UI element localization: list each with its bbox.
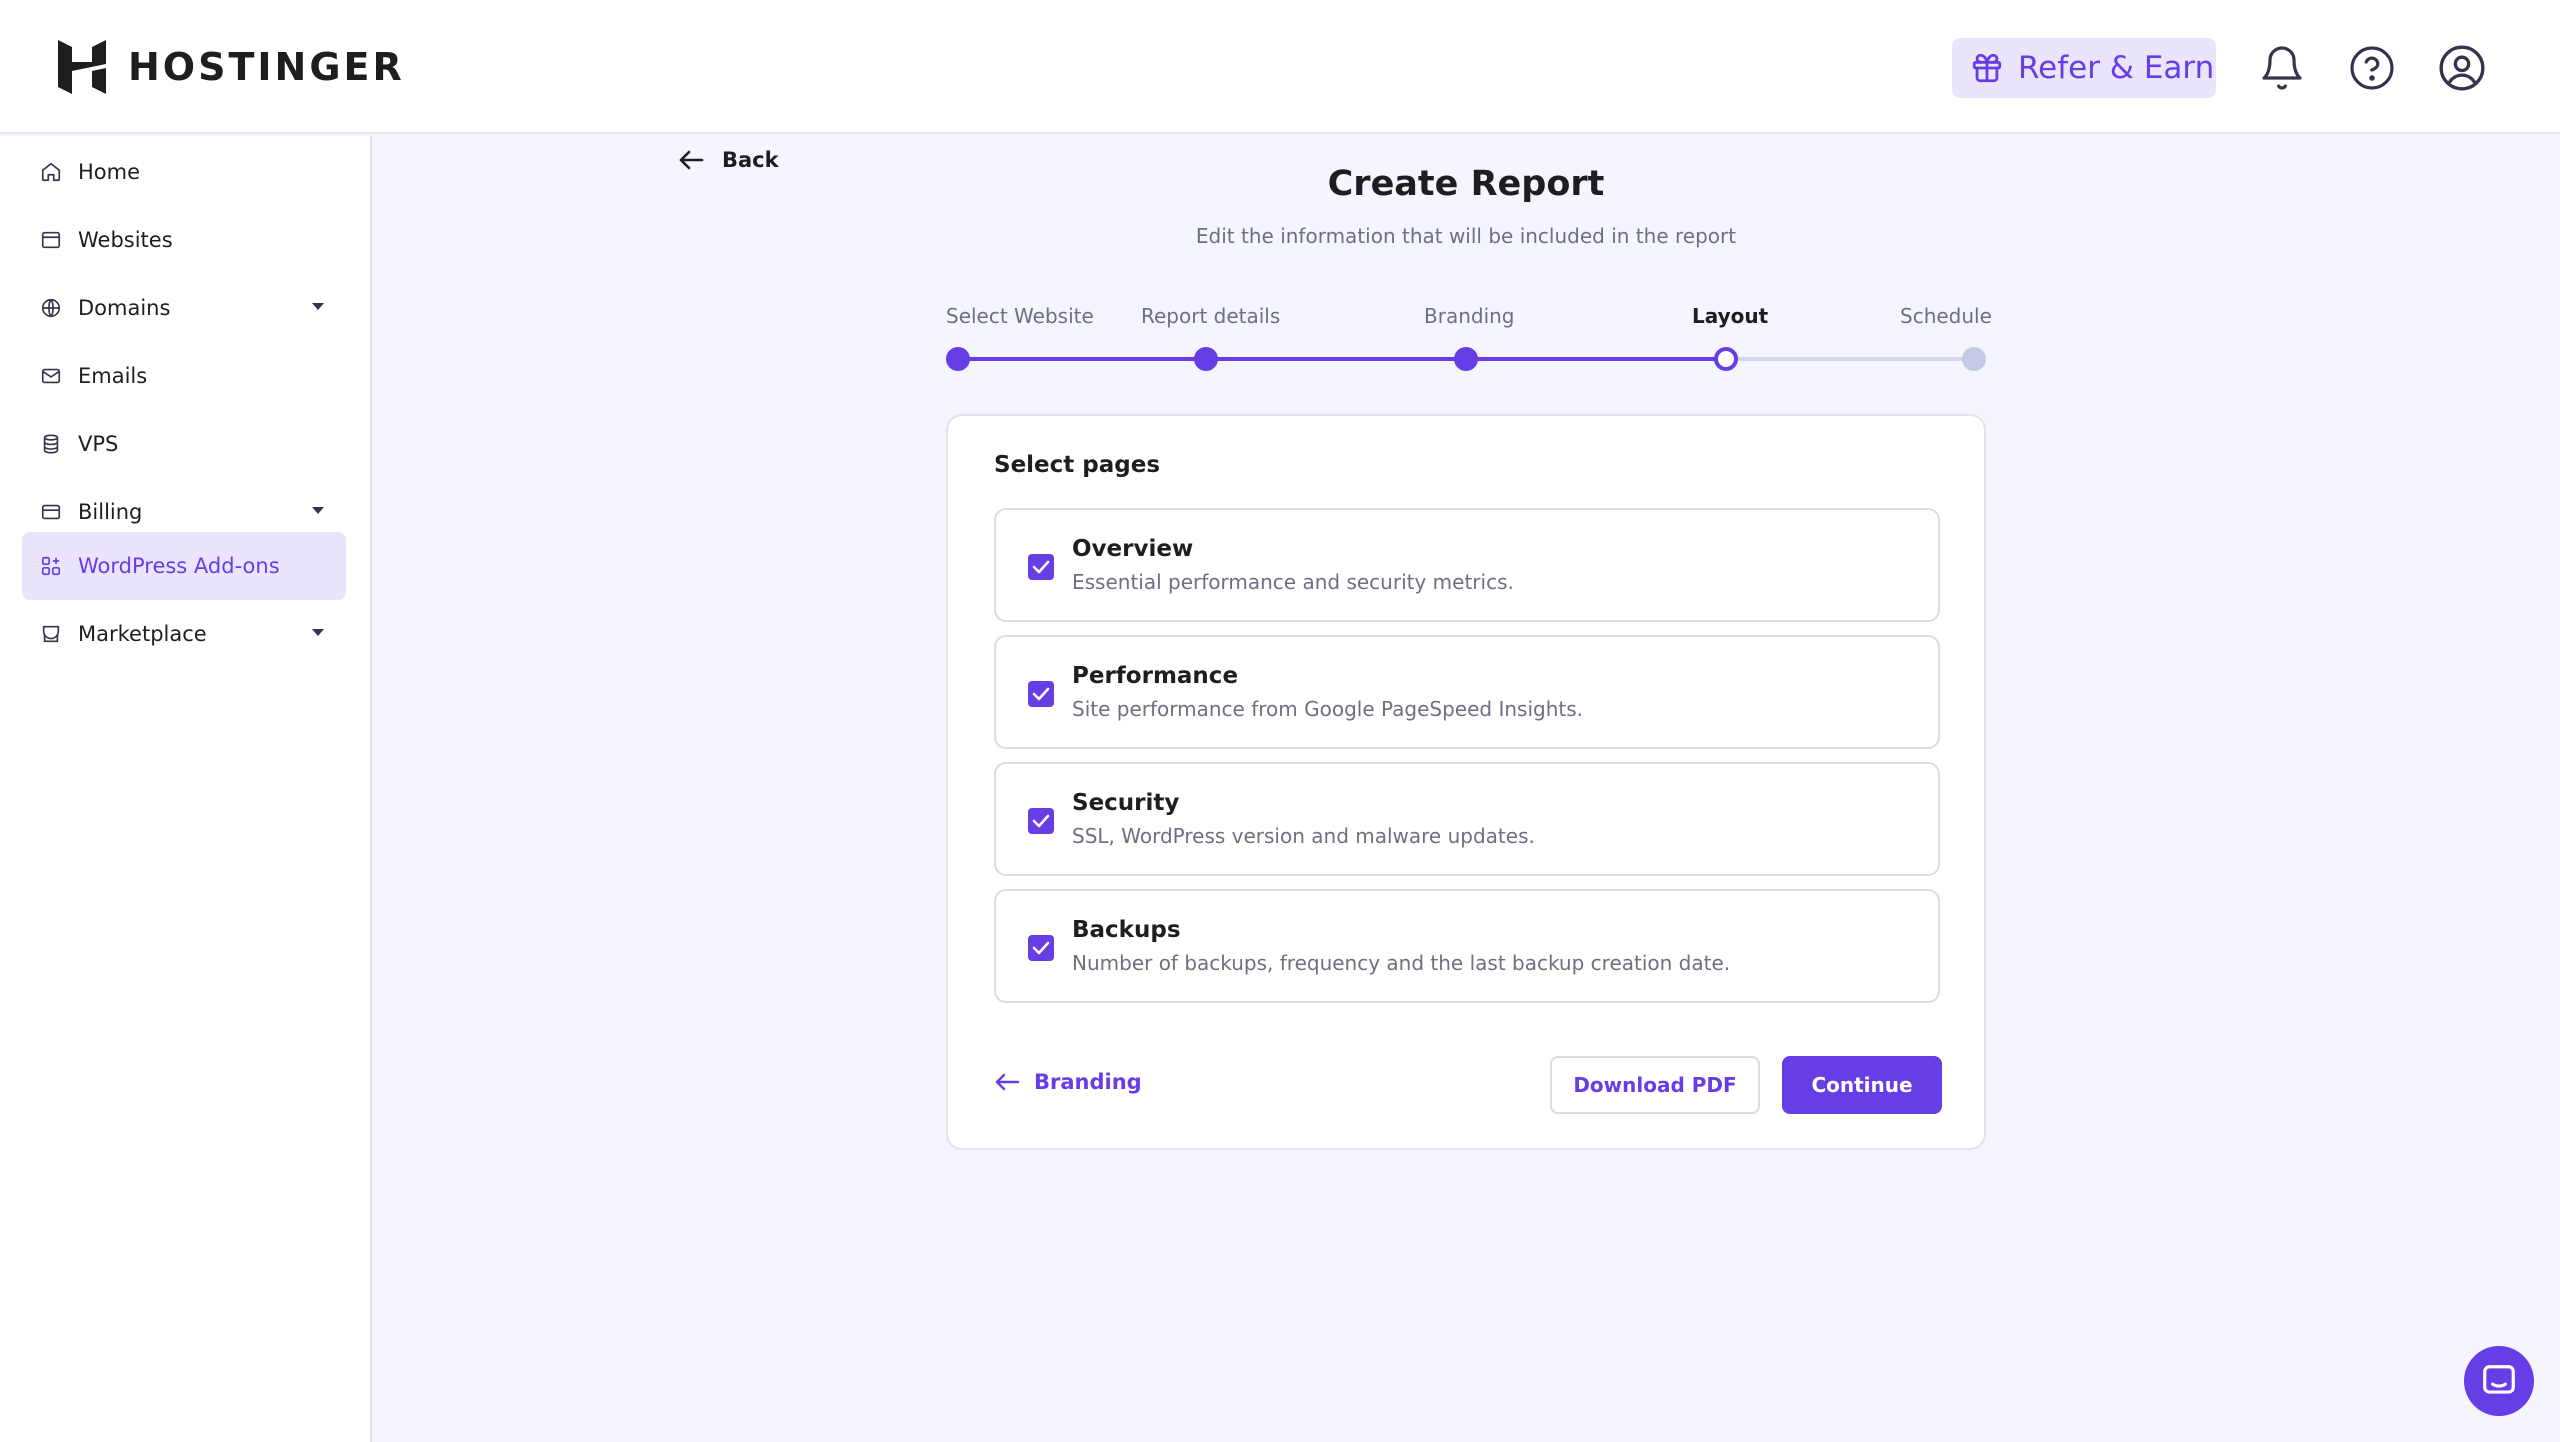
step-label-layout: Layout bbox=[1692, 304, 1769, 328]
top-header: HOSTINGER Refer & Earn bbox=[0, 0, 2560, 134]
step-dot-branding bbox=[1454, 347, 1478, 371]
overview-checkbox[interactable] bbox=[1028, 554, 1054, 580]
sidebar-item-label: WordPress Add-ons bbox=[78, 554, 280, 578]
continue-button[interactable]: Continue bbox=[1782, 1056, 1942, 1114]
step-track-complete bbox=[958, 357, 1726, 361]
hostinger-logo[interactable]: HOSTINGER bbox=[56, 38, 405, 96]
sidebar-item-wordpress-addons[interactable]: WordPress Add-ons bbox=[22, 532, 346, 600]
page-option-description: Number of backups, frequency and the las… bbox=[1072, 951, 1731, 975]
page-option-title: Backups bbox=[1072, 917, 1181, 943]
sidebar-item-label: VPS bbox=[78, 432, 119, 456]
store-icon bbox=[42, 625, 60, 643]
help-button[interactable] bbox=[2344, 40, 2400, 96]
back-label: Back bbox=[722, 148, 779, 172]
sidebar-item-label: Billing bbox=[78, 500, 143, 524]
page-option-overview[interactable]: Overview Essential performance and secur… bbox=[994, 508, 1940, 622]
sidebar-item-label: Home bbox=[78, 160, 141, 184]
gift-icon bbox=[1972, 53, 2002, 83]
globe-icon bbox=[41, 298, 61, 318]
step-label-report-details: Report details bbox=[1141, 304, 1281, 328]
page-option-performance[interactable]: Performance Site performance from Google… bbox=[994, 635, 1940, 749]
sidebar-item-vps[interactable]: VPS bbox=[22, 410, 346, 478]
sidebar-item-label: Websites bbox=[78, 228, 173, 252]
sidebar: Home Websites Domains Emails VPS Billing… bbox=[0, 136, 372, 1442]
page-option-title: Overview bbox=[1072, 536, 1194, 562]
hostinger-logo-icon bbox=[58, 40, 106, 94]
account-button[interactable] bbox=[2434, 40, 2490, 96]
step-dot-report-details bbox=[1194, 347, 1218, 371]
refer-earn-button[interactable]: Refer & Earn bbox=[1952, 38, 2216, 98]
card-icon bbox=[41, 504, 61, 520]
arrow-left-icon bbox=[995, 1073, 1020, 1091]
previous-step-label: Branding bbox=[1034, 1070, 1142, 1094]
help-icon bbox=[2350, 46, 2394, 90]
checkmark-icon bbox=[1032, 687, 1050, 701]
arrow-left-icon bbox=[679, 150, 704, 170]
addons-icon bbox=[41, 556, 61, 576]
backups-checkbox[interactable] bbox=[1028, 935, 1054, 961]
download-pdf-button[interactable]: Download PDF bbox=[1550, 1056, 1760, 1114]
page-option-security[interactable]: Security SSL, WordPress version and malw… bbox=[994, 762, 1940, 876]
chevron-down-icon bbox=[312, 629, 324, 636]
sidebar-item-domains[interactable]: Domains bbox=[22, 274, 346, 342]
server-icon bbox=[43, 434, 59, 454]
back-button[interactable]: Back bbox=[678, 148, 779, 172]
sidebar-item-label: Emails bbox=[78, 364, 148, 388]
step-label-branding: Branding bbox=[1424, 304, 1515, 328]
page-option-description: Site performance from Google PageSpeed I… bbox=[1072, 697, 1583, 721]
mail-icon bbox=[41, 368, 61, 384]
card-title: Select pages bbox=[994, 452, 1161, 478]
step-track-remaining bbox=[1726, 357, 1974, 361]
previous-step-branding-link[interactable]: Branding bbox=[994, 1070, 1142, 1094]
page-option-backups[interactable]: Backups Number of backups, frequency and… bbox=[994, 889, 1940, 1003]
page-subtitle: Edit the information that will be includ… bbox=[1195, 224, 1737, 248]
page-option-description: Essential performance and security metri… bbox=[1072, 570, 1514, 594]
bell-icon bbox=[2262, 46, 2302, 90]
browser-icon bbox=[41, 231, 61, 249]
user-circle-icon bbox=[2439, 45, 2485, 91]
notifications-button[interactable] bbox=[2254, 40, 2310, 96]
security-checkbox[interactable] bbox=[1028, 808, 1054, 834]
sidebar-item-label: Marketplace bbox=[78, 622, 207, 646]
step-dot-select-website bbox=[946, 347, 970, 371]
brand-name: HOSTINGER bbox=[128, 45, 405, 89]
live-chat-button[interactable] bbox=[2464, 1346, 2534, 1416]
chevron-down-icon bbox=[312, 303, 324, 310]
checkmark-icon bbox=[1032, 941, 1050, 955]
sidebar-item-emails[interactable]: Emails bbox=[22, 342, 346, 410]
page-title: Create Report bbox=[1327, 164, 1605, 204]
checkmark-icon bbox=[1032, 814, 1050, 828]
step-label-schedule: Schedule bbox=[1900, 304, 1992, 328]
performance-checkbox[interactable] bbox=[1028, 681, 1054, 707]
sidebar-item-home[interactable]: Home bbox=[22, 138, 346, 206]
select-pages-card: Select pages Overview Essential performa… bbox=[946, 414, 1986, 1150]
step-dot-layout bbox=[1714, 347, 1738, 371]
home-icon bbox=[41, 162, 61, 182]
sidebar-item-websites[interactable]: Websites bbox=[22, 206, 346, 274]
step-label-select-website: Select Website bbox=[946, 304, 1094, 328]
checkmark-icon bbox=[1032, 560, 1050, 574]
sidebar-item-label: Domains bbox=[78, 296, 171, 320]
page-option-description: SSL, WordPress version and malware updat… bbox=[1072, 824, 1535, 848]
step-dot-schedule bbox=[1962, 347, 1986, 371]
chevron-down-icon bbox=[312, 507, 324, 514]
sidebar-item-marketplace[interactable]: Marketplace bbox=[22, 600, 346, 668]
page-option-title: Performance bbox=[1072, 663, 1239, 689]
refer-earn-label: Refer & Earn bbox=[2018, 50, 2215, 86]
page-option-title: Security bbox=[1072, 790, 1180, 816]
chat-icon bbox=[2483, 1365, 2515, 1394]
